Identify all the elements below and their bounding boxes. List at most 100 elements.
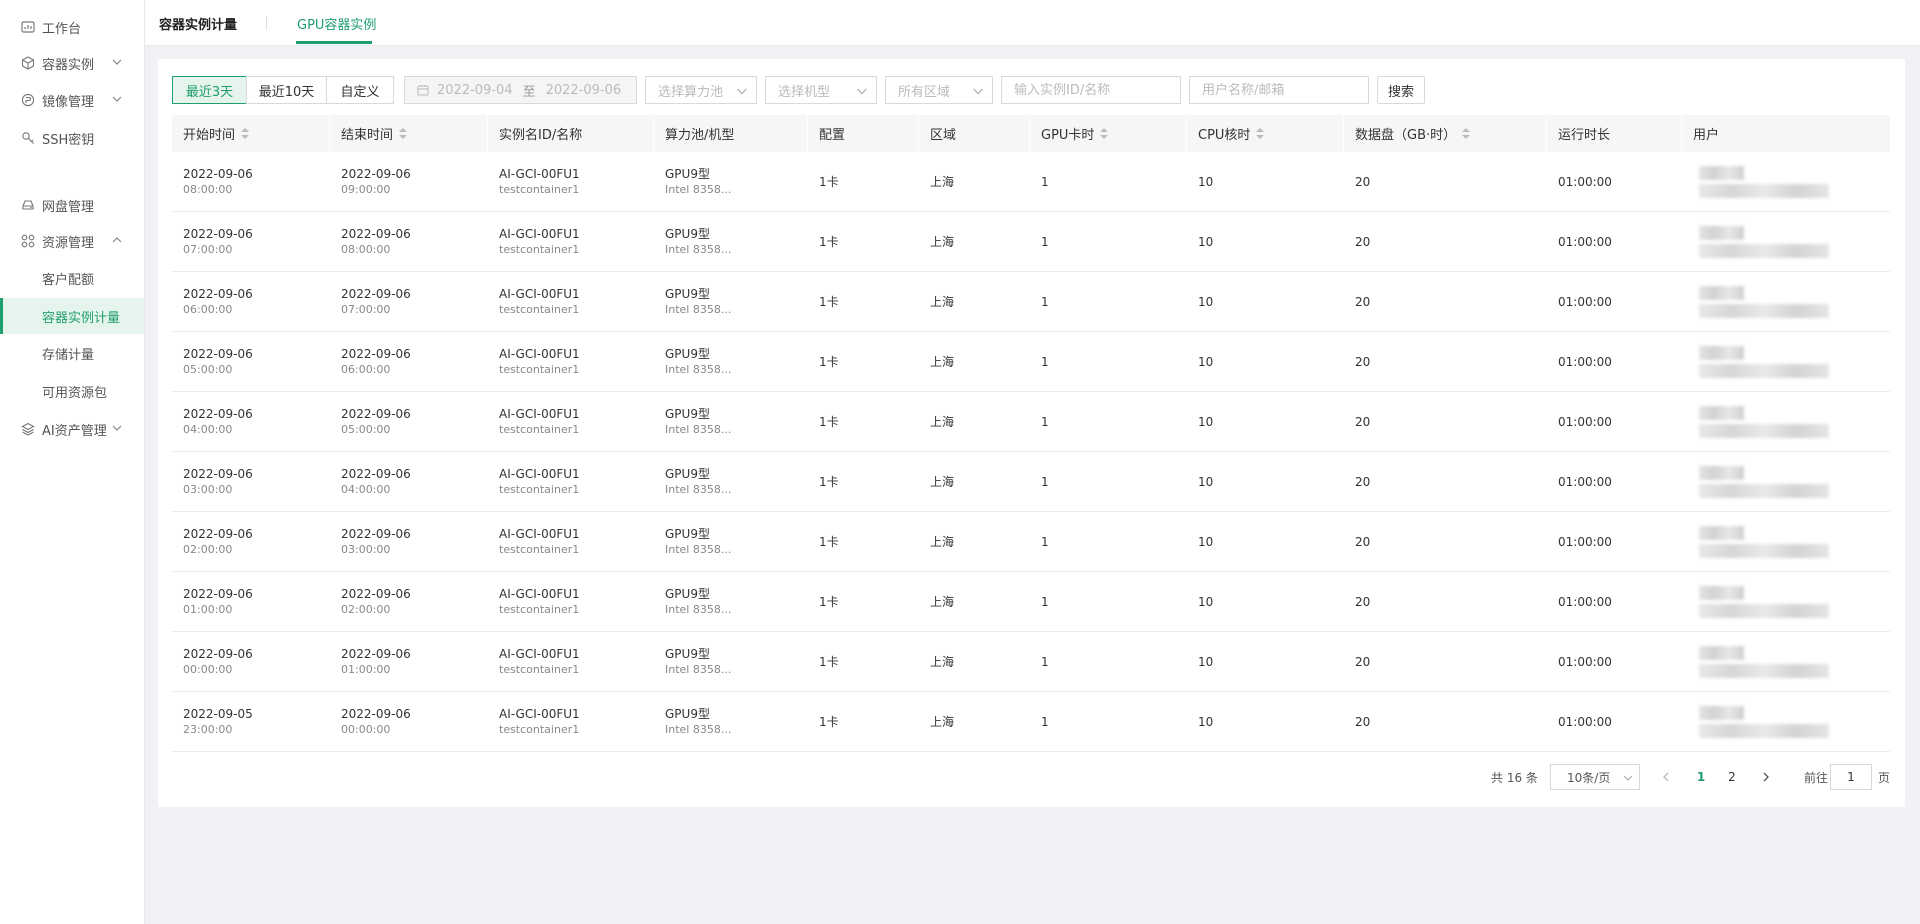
page-size-select[interactable]: 10条/页 — [1550, 764, 1640, 790]
cell-pool-text: Intel 8358... — [665, 543, 732, 556]
region-select-placeholder: 所有区域 — [898, 84, 951, 100]
cell-config: 1卡 — [808, 452, 919, 511]
cell-start-time: 2022-09-06 01:00:00 — [172, 572, 330, 631]
cell-start-time-text: 04:00:00 — [183, 423, 233, 436]
page-number-2[interactable]: 2 — [1722, 765, 1742, 789]
sidebar-item-resource-packages[interactable]: 可用资源包 — [0, 373, 144, 409]
instance-search-input[interactable] — [1014, 82, 1180, 98]
cell-user — [1682, 452, 1890, 511]
cell-start-time: 2022-09-06 04:00:00 — [172, 392, 330, 451]
column-cpu-hours[interactable]: CPU核时 — [1187, 115, 1344, 152]
user-avatar-redacted — [1699, 585, 1744, 600]
page-number-1[interactable]: 1 — [1691, 765, 1711, 789]
cell-end-time: 2022-09-06 06:00:00 — [330, 332, 488, 391]
chevron-right-icon — [1763, 772, 1769, 782]
sort-icon[interactable] — [399, 127, 408, 140]
cell-pool: GPU9型 Intel 8358... — [654, 392, 808, 451]
goto-page-input[interactable] — [1830, 764, 1872, 790]
cell-gpu-hours-text: 1 — [1041, 414, 1049, 429]
cell-instance-text: testcontainer1 — [499, 243, 580, 256]
cell-duration-text: 01:00:00 — [1558, 354, 1612, 369]
range-10-days-button[interactable]: 最近10天 — [246, 76, 327, 104]
range-3-days-button[interactable]: 最近3天 — [172, 76, 247, 104]
cell-end-time: 2022-09-06 01:00:00 — [330, 632, 488, 691]
region-select[interactable]: 所有区域 — [885, 76, 993, 104]
cell-start-time: 2022-09-06 06:00:00 — [172, 272, 330, 331]
cell-instance: AI-GCI-00FU1 testcontainer1 — [488, 212, 654, 271]
cell-disk-text: 20 — [1355, 594, 1371, 609]
cell-pool-text: GPU9型 — [665, 167, 710, 181]
cell-pool: GPU9型 Intel 8358... — [654, 632, 808, 691]
cell-end-time-text: 2022-09-06 — [341, 707, 411, 721]
sidebar-item-resources[interactable]: 资源管理 — [0, 223, 144, 259]
cell-gpu-hours: 1 — [1030, 632, 1187, 691]
sidebar-item-drive[interactable]: 网盘管理 — [0, 187, 144, 223]
cell-user — [1682, 152, 1890, 211]
pool-select[interactable]: 选择算力池 — [645, 76, 757, 104]
cell-cpu-hours: 10 — [1187, 572, 1344, 631]
cell-end-time-text: 2022-09-06 — [341, 167, 411, 181]
sidebar-item-ssh-keys[interactable]: SSH密钥 — [0, 120, 144, 156]
cell-start-time-text: 2022-09-06 — [183, 287, 253, 301]
cell-region-text: 上海 — [930, 414, 955, 429]
tab-gpu-container[interactable]: GPU容器实例 — [297, 14, 376, 33]
cell-instance-text: AI-GCI-00FU1 — [499, 347, 580, 361]
cell-instance-text: testcontainer1 — [499, 663, 580, 676]
prev-page-button[interactable] — [1656, 765, 1676, 789]
search-button[interactable]: 搜索 — [1377, 76, 1425, 104]
cell-instance-text: AI-GCI-00FU1 — [499, 227, 580, 241]
model-select[interactable]: 选择机型 — [765, 76, 877, 104]
sort-icon[interactable] — [241, 127, 250, 140]
range-custom-button[interactable]: 自定义 — [326, 76, 394, 104]
cell-cpu-hours: 10 — [1187, 332, 1344, 391]
column-start-time[interactable]: 开始时间 — [172, 115, 330, 152]
cell-disk-text: 20 — [1355, 654, 1371, 669]
user-email-redacted — [1699, 663, 1829, 678]
user-search-input[interactable] — [1202, 82, 1368, 98]
date-range-picker[interactable]: 2022-09-04 至 2022-09-06 — [404, 76, 637, 104]
cell-gpu-hours-text: 1 — [1041, 714, 1049, 729]
column-disk[interactable]: 数据盘（GB·时） — [1344, 115, 1547, 152]
cell-instance-text: testcontainer1 — [499, 423, 580, 436]
cell-cpu-hours: 10 — [1187, 632, 1344, 691]
sort-icon[interactable] — [1100, 127, 1109, 140]
cell-end-time-text: 05:00:00 — [341, 423, 391, 436]
sidebar-item-workbench[interactable]: 工作台 — [0, 9, 144, 45]
sidebar-item-container-metering[interactable]: 容器实例计量 — [0, 298, 144, 334]
column-gpu-hours[interactable]: GPU卡时 — [1030, 115, 1187, 152]
sidebar-item-containers[interactable]: 容器实例 — [0, 45, 144, 81]
table-row: 2022-09-06 05:00:00 2022-09-06 06:00:00 AI-G… — [172, 332, 1890, 392]
user-search-input-wrap[interactable] — [1189, 76, 1369, 104]
sort-icon[interactable] — [1256, 127, 1265, 140]
sidebar-item-label: 工作台 — [42, 21, 82, 37]
cell-region: 上海 — [919, 392, 1030, 451]
key-icon — [20, 130, 36, 146]
page-header: 容器实例计量 GPU容器实例 — [145, 0, 1920, 46]
cell-instance: AI-GCI-00FU1 testcontainer1 — [488, 272, 654, 331]
cell-disk: 20 — [1344, 212, 1547, 271]
dashboard-icon — [20, 19, 36, 35]
column-pool: 算力池/机型 — [654, 115, 808, 152]
sort-icon[interactable] — [1462, 127, 1471, 140]
cell-cpu-hours-text: 10 — [1198, 294, 1214, 309]
cell-cpu-hours-text: 10 — [1198, 174, 1214, 189]
column-region: 区域 — [919, 115, 1030, 152]
sidebar-item-storage-metering[interactable]: 存储计量 — [0, 335, 144, 371]
cell-config: 1卡 — [808, 332, 919, 391]
user-email-redacted — [1699, 363, 1829, 378]
cell-duration: 01:00:00 — [1547, 332, 1682, 391]
next-page-button[interactable] — [1756, 765, 1776, 789]
column-end-time[interactable]: 结束时间 — [330, 115, 488, 152]
instance-search-input-wrap[interactable] — [1001, 76, 1181, 104]
cell-start-time: 2022-09-06 03:00:00 — [172, 452, 330, 511]
cell-gpu-hours-text: 1 — [1041, 654, 1049, 669]
table-row: 2022-09-06 03:00:00 2022-09-06 04:00:00 AI-G… — [172, 452, 1890, 512]
user-avatar-redacted — [1699, 645, 1744, 660]
sidebar-item-quota[interactable]: 客户配额 — [0, 260, 144, 296]
sidebar-item-ai-assets[interactable]: AI资产管理 — [0, 411, 144, 447]
user-email-redacted — [1699, 543, 1829, 558]
sidebar-item-images[interactable]: 镜像管理 — [0, 82, 144, 118]
cell-end-time-text: 03:00:00 — [341, 543, 391, 556]
cell-region: 上海 — [919, 692, 1030, 751]
cell-start-time-text: 08:00:00 — [183, 183, 233, 196]
